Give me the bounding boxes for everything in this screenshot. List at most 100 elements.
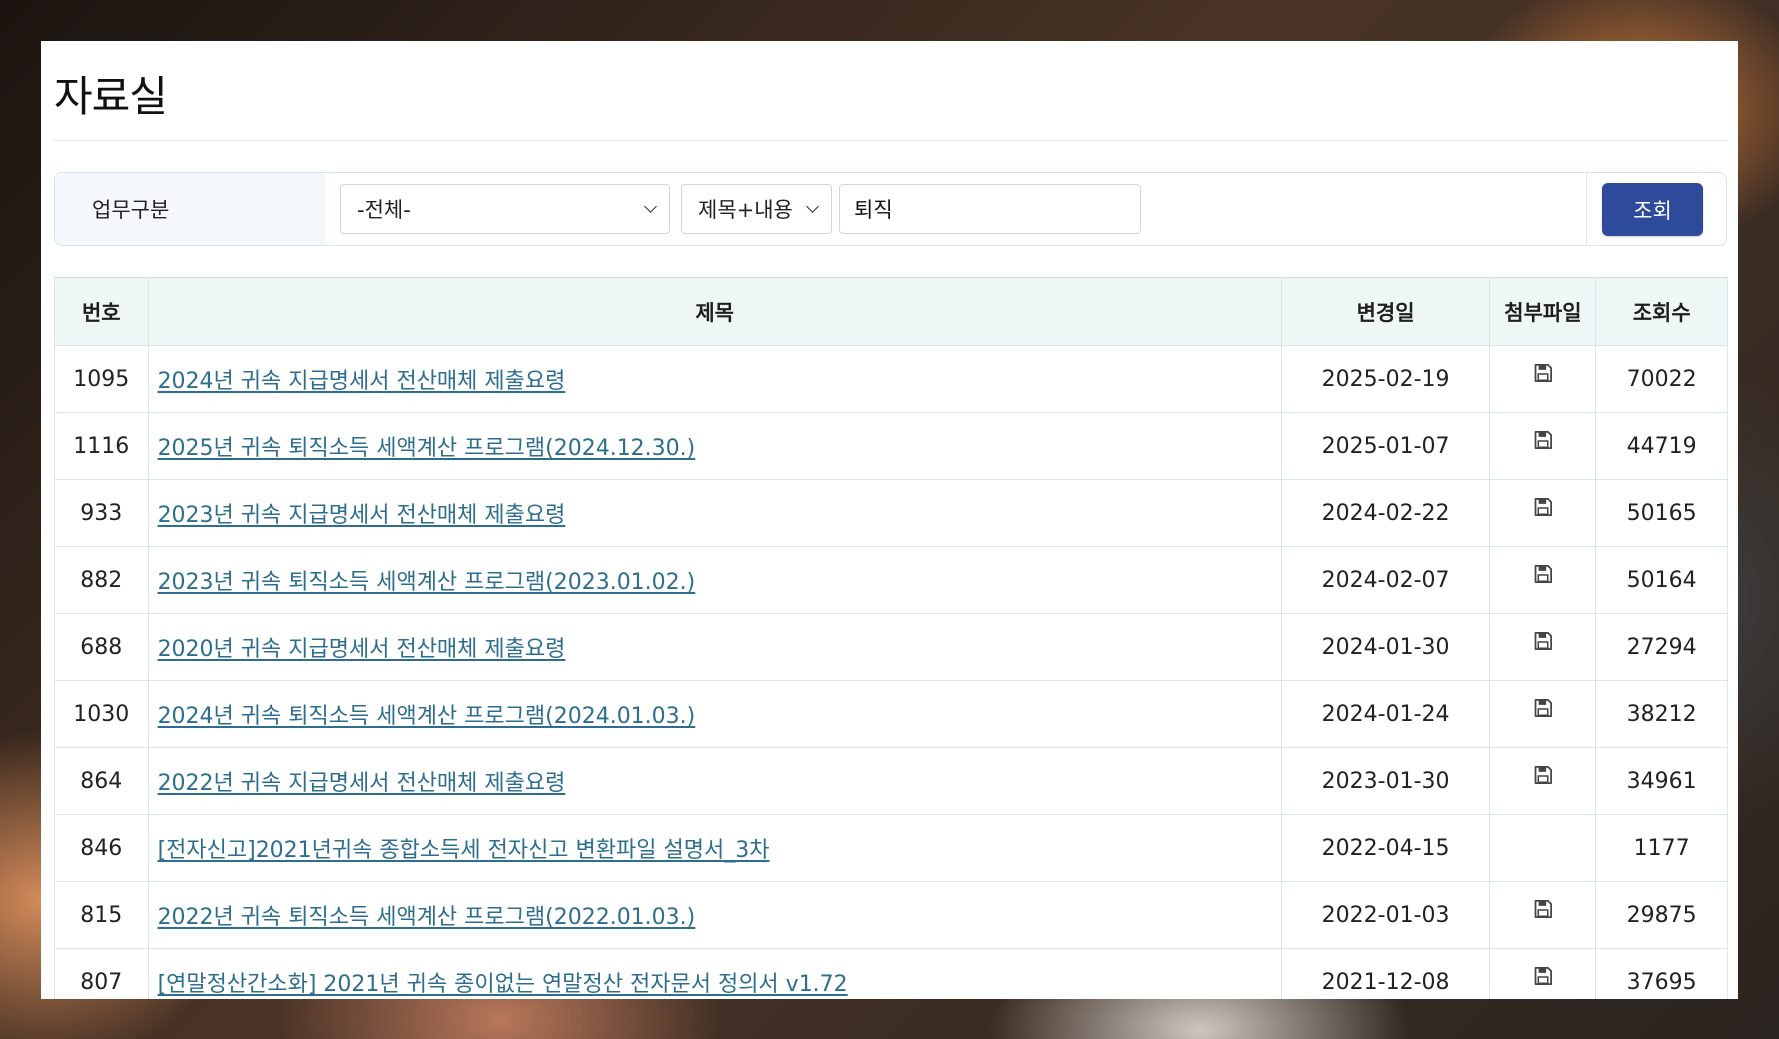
table-row: 1030 2024년 귀속 퇴직소득 세액계산 프로그램(2024.01.03.)… <box>54 680 1728 748</box>
row-number: 807 <box>54 948 149 999</box>
row-number: 815 <box>54 881 149 949</box>
row-attachment-cell <box>1489 546 1597 614</box>
floppy-disk-icon[interactable] <box>1533 363 1553 383</box>
row-number: 933 <box>54 479 149 547</box>
floppy-disk-icon[interactable] <box>1533 430 1553 450</box>
search-bar: 업무구분 -전체- 제목+내용 조회 <box>54 172 1727 246</box>
search-label: 업무구분 <box>92 198 170 222</box>
row-views: 44719 <box>1595 412 1728 480</box>
table-row: 815 2022년 귀속 퇴직소득 세액계산 프로그램(2022.01.03.) 2… <box>54 881 1728 949</box>
row-views: 27294 <box>1595 613 1728 681</box>
row-views: 70022 <box>1595 345 1728 413</box>
row-title-link[interactable]: 2025년 귀속 퇴직소득 세액계산 프로그램(2024.12.30.) <box>158 436 696 461</box>
row-date: 2024-01-24 <box>1280 680 1491 748</box>
table-row: 882 2023년 귀속 퇴직소득 세액계산 프로그램(2023.01.02.) 2… <box>54 546 1728 614</box>
button-divider <box>1586 173 1587 245</box>
row-title-cell: 2023년 귀속 지급명세서 전산매체 제출요령 <box>147 479 1282 547</box>
table-row: 864 2022년 귀속 지급명세서 전산매체 제출요령 2023-01-30 349… <box>54 747 1728 815</box>
row-number: 864 <box>54 747 149 815</box>
floppy-disk-icon[interactable] <box>1533 497 1553 517</box>
row-views: 34961 <box>1595 747 1728 815</box>
page-title: 자료실 <box>54 72 168 121</box>
row-title-cell: 2025년 귀속 퇴직소득 세액계산 프로그램(2024.12.30.) <box>147 412 1282 480</box>
table-row: 688 2020년 귀속 지급명세서 전산매체 제출요령 2024-01-30 272… <box>54 613 1728 681</box>
search-field-select-value: 제목+내용 <box>698 198 793 222</box>
row-title-link[interactable]: 2022년 귀속 퇴직소득 세액계산 프로그램(2022.01.03.) <box>158 905 696 930</box>
browser-window: 자료실 업무구분 -전체- 제목+내용 조회 <box>41 41 1738 999</box>
header-title: 제목 <box>147 277 1282 346</box>
row-title-cell: 2022년 귀속 퇴직소득 세액계산 프로그램(2022.01.03.) <box>147 881 1282 949</box>
row-date: 2024-01-30 <box>1280 613 1491 681</box>
header-attachment: 첨부파일 <box>1489 277 1597 346</box>
row-date: 2023-01-30 <box>1280 747 1491 815</box>
floppy-disk-icon[interactable] <box>1533 564 1553 584</box>
row-title-link[interactable]: 2024년 귀속 지급명세서 전산매체 제출요령 <box>158 369 566 394</box>
row-title-cell: 2020년 귀속 지급명세서 전산매체 제출요령 <box>147 613 1282 681</box>
row-title-cell: 2024년 귀속 지급명세서 전산매체 제출요령 <box>147 345 1282 413</box>
row-views: 29875 <box>1595 881 1728 949</box>
table-row: 1116 2025년 귀속 퇴직소득 세액계산 프로그램(2024.12.30.)… <box>54 412 1728 480</box>
title-divider <box>54 140 1728 141</box>
row-attachment-cell <box>1489 881 1597 949</box>
row-title-cell: 2023년 귀속 퇴직소득 세액계산 프로그램(2023.01.02.) <box>147 546 1282 614</box>
row-views: 1177 <box>1595 814 1728 882</box>
row-number: 1030 <box>54 680 149 748</box>
table-row: 1095 2024년 귀속 지급명세서 전산매체 제출요령 2025-02-19 70… <box>54 345 1728 413</box>
keyword-input[interactable] <box>839 184 1141 234</box>
row-date: 2024-02-07 <box>1280 546 1491 614</box>
floppy-disk-icon[interactable] <box>1533 966 1553 986</box>
row-title-cell: 2024년 귀속 퇴직소득 세액계산 프로그램(2024.01.03.) <box>147 680 1282 748</box>
table-row: 846 [전자신고]2021년귀속 종합소득세 전자신고 변환파일 설명서_3차 2… <box>54 814 1728 882</box>
row-title-link[interactable]: 2023년 귀속 지급명세서 전산매체 제출요령 <box>158 503 566 528</box>
row-title-link[interactable]: 2022년 귀속 지급명세서 전산매체 제출요령 <box>158 771 566 796</box>
chevron-down-icon <box>806 200 819 213</box>
row-views: 50164 <box>1595 546 1728 614</box>
row-date: 2025-02-19 <box>1280 345 1491 413</box>
row-date: 2025-01-07 <box>1280 412 1491 480</box>
header-no: 번호 <box>54 277 149 346</box>
table-body: 1095 2024년 귀속 지급명세서 전산매체 제출요령 2025-02-19 70… <box>54 345 1728 999</box>
search-label-cell: 업무구분 <box>55 173 325 245</box>
row-number: 882 <box>54 546 149 614</box>
search-field-select[interactable]: 제목+내용 <box>681 184 832 234</box>
row-number: 846 <box>54 814 149 882</box>
header-date: 변경일 <box>1280 277 1491 346</box>
row-attachment-cell <box>1489 948 1597 999</box>
table-row: 933 2023년 귀속 지급명세서 전산매체 제출요령 2024-02-22 501… <box>54 479 1728 547</box>
chevron-down-icon <box>644 200 657 213</box>
row-number: 1116 <box>54 412 149 480</box>
table-header-row: 번호 제목 변경일 첨부파일 조회수 <box>54 277 1728 346</box>
row-attachment-cell <box>1489 747 1597 815</box>
row-title-link[interactable]: [전자신고]2021년귀속 종합소득세 전자신고 변환파일 설명서_3차 <box>158 838 770 863</box>
row-views: 38212 <box>1595 680 1728 748</box>
row-date: 2022-04-15 <box>1280 814 1491 882</box>
floppy-disk-icon[interactable] <box>1533 765 1553 785</box>
category-select[interactable]: -전체- <box>340 184 670 234</box>
row-number: 688 <box>54 613 149 681</box>
row-attachment-cell <box>1489 412 1597 480</box>
row-attachment-cell <box>1489 680 1597 748</box>
row-attachment-cell <box>1489 613 1597 681</box>
row-title-link[interactable]: [연말정산간소화] 2021년 귀속 종이없는 연말정산 전자문서 정의서 v1… <box>158 972 848 997</box>
row-title-cell: [전자신고]2021년귀속 종합소득세 전자신고 변환파일 설명서_3차 <box>147 814 1282 882</box>
results-table-wrapper: 번호 제목 변경일 첨부파일 조회수 1095 2024년 귀속 지급명세서 전산… <box>54 277 1728 999</box>
row-date: 2024-02-22 <box>1280 479 1491 547</box>
row-attachment-cell <box>1489 479 1597 547</box>
row-title-link[interactable]: 2020년 귀속 지급명세서 전산매체 제출요령 <box>158 637 566 662</box>
row-date: 2021-12-08 <box>1280 948 1491 999</box>
results-table: 번호 제목 변경일 첨부파일 조회수 1095 2024년 귀속 지급명세서 전산… <box>54 277 1728 999</box>
floppy-disk-icon[interactable] <box>1533 698 1553 718</box>
floppy-disk-icon[interactable] <box>1533 631 1553 651</box>
row-views: 37695 <box>1595 948 1728 999</box>
row-views: 50165 <box>1595 479 1728 547</box>
row-number: 1095 <box>54 345 149 413</box>
row-title-link[interactable]: 2024년 귀속 퇴직소득 세액계산 프로그램(2024.01.03.) <box>158 704 696 729</box>
header-views: 조회수 <box>1595 277 1728 346</box>
search-button[interactable]: 조회 <box>1602 183 1703 236</box>
floppy-disk-icon[interactable] <box>1533 899 1553 919</box>
row-attachment-cell <box>1489 814 1597 882</box>
row-title-cell: [연말정산간소화] 2021년 귀속 종이없는 연말정산 전자문서 정의서 v1… <box>147 948 1282 999</box>
row-date: 2022-01-03 <box>1280 881 1491 949</box>
row-attachment-cell <box>1489 345 1597 413</box>
row-title-link[interactable]: 2023년 귀속 퇴직소득 세액계산 프로그램(2023.01.02.) <box>158 570 696 595</box>
